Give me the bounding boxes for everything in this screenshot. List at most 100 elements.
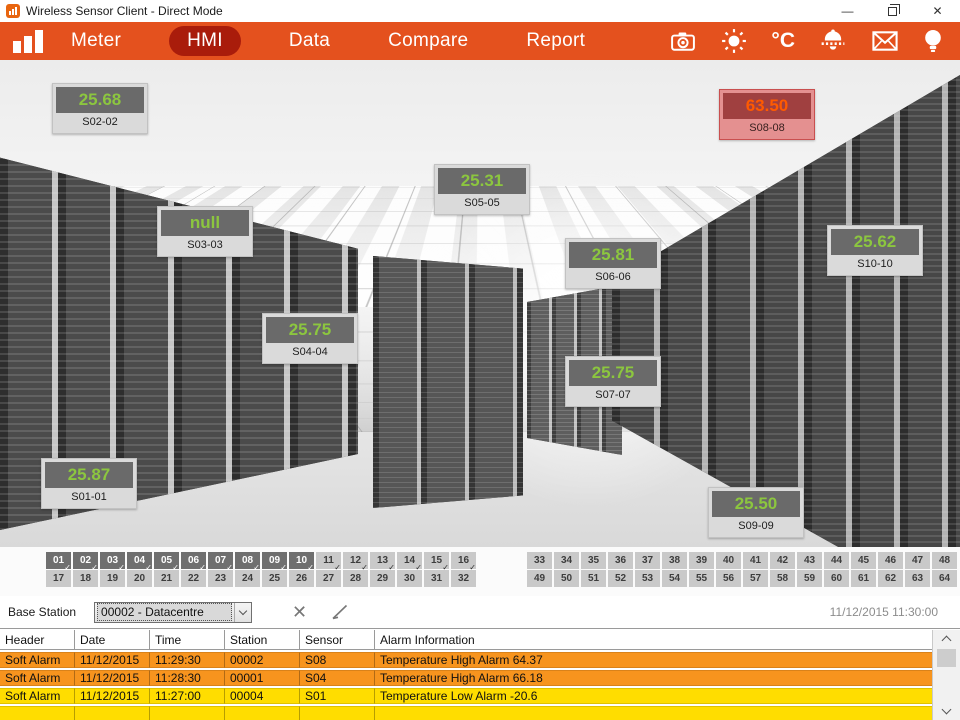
- channel-cell-21[interactable]: 21: [154, 570, 179, 587]
- channel-cell-27[interactable]: 27: [316, 570, 341, 587]
- channel-cell-15[interactable]: 15✓: [424, 552, 449, 569]
- channel-cell-58[interactable]: 58: [770, 570, 795, 587]
- tab-compare[interactable]: Compare: [378, 26, 478, 56]
- channel-cell-42[interactable]: 42: [770, 552, 795, 569]
- channel-cell-07[interactable]: 07✓: [208, 552, 233, 569]
- alarm-row[interactable]: Soft Alarm11/12/201511:27:0000004S01Temp…: [0, 688, 932, 704]
- channel-cell-51[interactable]: 51: [581, 570, 606, 587]
- channel-cell-33[interactable]: 33: [527, 552, 552, 569]
- sensor-overlay-s09-09[interactable]: 25.50S09-09: [708, 487, 804, 538]
- channel-cell-25[interactable]: 25: [262, 570, 287, 587]
- channel-cell-13[interactable]: 13✓: [370, 552, 395, 569]
- channel-cell-37[interactable]: 37: [635, 552, 660, 569]
- column-header-header[interactable]: Header: [0, 630, 75, 649]
- channel-cell-53[interactable]: 53: [635, 570, 660, 587]
- channel-cell-10[interactable]: 10✓: [289, 552, 314, 569]
- clear-icon[interactable]: ✕: [292, 602, 307, 623]
- channel-cell-11[interactable]: 11✓: [316, 552, 341, 569]
- sensor-overlay-s08-08[interactable]: 63.50S08-08: [719, 89, 815, 140]
- tab-data[interactable]: Data: [279, 26, 340, 56]
- channel-cell-31[interactable]: 31: [424, 570, 449, 587]
- sensor-overlay-s02-02[interactable]: 25.68S02-02: [52, 83, 148, 134]
- channel-cell-17[interactable]: 17: [46, 570, 71, 587]
- camera-icon[interactable]: [669, 29, 697, 53]
- channel-cell-19[interactable]: 19: [100, 570, 125, 587]
- channel-cell-59[interactable]: 59: [797, 570, 822, 587]
- channel-cell-30[interactable]: 30: [397, 570, 422, 587]
- channel-cell-60[interactable]: 60: [824, 570, 849, 587]
- channel-cell-05[interactable]: 05✓: [154, 552, 179, 569]
- channel-cell-08[interactable]: 08✓: [235, 552, 260, 569]
- channel-cell-61[interactable]: 61: [851, 570, 876, 587]
- channel-cell-49[interactable]: 49: [527, 570, 552, 587]
- brightness-sun-icon[interactable]: [720, 28, 748, 54]
- channel-cell-62[interactable]: 62: [878, 570, 903, 587]
- restore-button[interactable]: [870, 0, 915, 22]
- channel-cell-34[interactable]: 34: [554, 552, 579, 569]
- lightbulb-icon[interactable]: [922, 28, 944, 54]
- alarm-row[interactable]: Soft Alarm11/12/201511:29:3000002S08Temp…: [0, 652, 932, 668]
- column-header-time[interactable]: Time: [150, 630, 225, 649]
- channel-cell-48[interactable]: 48: [932, 552, 957, 569]
- sensor-overlay-s05-05[interactable]: 25.31S05-05: [434, 164, 530, 215]
- channel-cell-43[interactable]: 43: [797, 552, 822, 569]
- channel-cell-29[interactable]: 29: [370, 570, 395, 587]
- channel-cell-03[interactable]: 03✓: [100, 552, 125, 569]
- channel-cell-12[interactable]: 12✓: [343, 552, 368, 569]
- column-header-sensor[interactable]: Sensor: [300, 630, 375, 649]
- base-station-dropdown[interactable]: 00002 - Datacentre: [94, 602, 252, 623]
- channel-cell-56[interactable]: 56: [716, 570, 741, 587]
- channel-cell-32[interactable]: 32: [451, 570, 476, 587]
- column-header-date[interactable]: Date: [75, 630, 150, 649]
- column-header-alarm-information[interactable]: Alarm Information: [375, 630, 932, 649]
- table-scrollbar[interactable]: [932, 630, 960, 720]
- alarm-bell-icon[interactable]: [818, 28, 848, 54]
- tab-report[interactable]: Report: [516, 26, 595, 56]
- alarm-row[interactable]: [0, 706, 932, 720]
- channel-cell-06[interactable]: 06✓: [181, 552, 206, 569]
- channel-cell-16[interactable]: 16✓: [451, 552, 476, 569]
- channel-cell-63[interactable]: 63: [905, 570, 930, 587]
- sensor-overlay-s06-06[interactable]: 25.81S06-06: [565, 238, 661, 289]
- channel-cell-14[interactable]: 14✓: [397, 552, 422, 569]
- alarm-row[interactable]: Soft Alarm11/12/201511:28:3000001S04Temp…: [0, 670, 932, 686]
- channel-cell-26[interactable]: 26: [289, 570, 314, 587]
- channel-cell-23[interactable]: 23: [208, 570, 233, 587]
- channel-cell-22[interactable]: 22: [181, 570, 206, 587]
- chevron-down-icon[interactable]: [234, 603, 251, 622]
- tab-meter[interactable]: Meter: [61, 26, 131, 56]
- channel-cell-44[interactable]: 44: [824, 552, 849, 569]
- minimize-button[interactable]: —: [825, 0, 870, 22]
- channel-cell-41[interactable]: 41: [743, 552, 768, 569]
- channel-cell-55[interactable]: 55: [689, 570, 714, 587]
- column-header-station[interactable]: Station: [225, 630, 300, 649]
- channel-cell-28[interactable]: 28: [343, 570, 368, 587]
- scroll-down-icon[interactable]: [933, 703, 960, 720]
- channel-cell-46[interactable]: 46: [878, 552, 903, 569]
- channel-cell-24[interactable]: 24: [235, 570, 260, 587]
- scroll-up-icon[interactable]: [933, 630, 960, 647]
- channel-cell-47[interactable]: 47: [905, 552, 930, 569]
- channel-cell-09[interactable]: 09✓: [262, 552, 287, 569]
- channel-cell-40[interactable]: 40: [716, 552, 741, 569]
- channel-cell-64[interactable]: 64: [932, 570, 957, 587]
- channel-cell-38[interactable]: 38: [662, 552, 687, 569]
- channel-cell-01[interactable]: 01✓: [46, 552, 71, 569]
- channel-cell-35[interactable]: 35: [581, 552, 606, 569]
- sensor-overlay-s04-04[interactable]: 25.75S04-04: [262, 313, 358, 364]
- channel-cell-18[interactable]: 18: [73, 570, 98, 587]
- mail-icon[interactable]: [871, 30, 899, 52]
- sensor-overlay-s07-07[interactable]: 25.75S07-07: [565, 356, 661, 407]
- sensor-overlay-s10-10[interactable]: 25.62S10-10: [827, 225, 923, 276]
- channel-cell-52[interactable]: 52: [608, 570, 633, 587]
- close-button[interactable]: ✕: [915, 0, 960, 22]
- scrollbar-thumb[interactable]: [937, 649, 956, 667]
- sensor-overlay-s03-03[interactable]: nullS03-03: [157, 206, 253, 257]
- channel-cell-36[interactable]: 36: [608, 552, 633, 569]
- sensor-overlay-s01-01[interactable]: 25.87S01-01: [41, 458, 137, 509]
- channel-cell-54[interactable]: 54: [662, 570, 687, 587]
- channel-cell-39[interactable]: 39: [689, 552, 714, 569]
- pencil-edit-icon[interactable]: [329, 602, 351, 622]
- tab-hmi[interactable]: HMI: [169, 26, 241, 56]
- channel-cell-50[interactable]: 50: [554, 570, 579, 587]
